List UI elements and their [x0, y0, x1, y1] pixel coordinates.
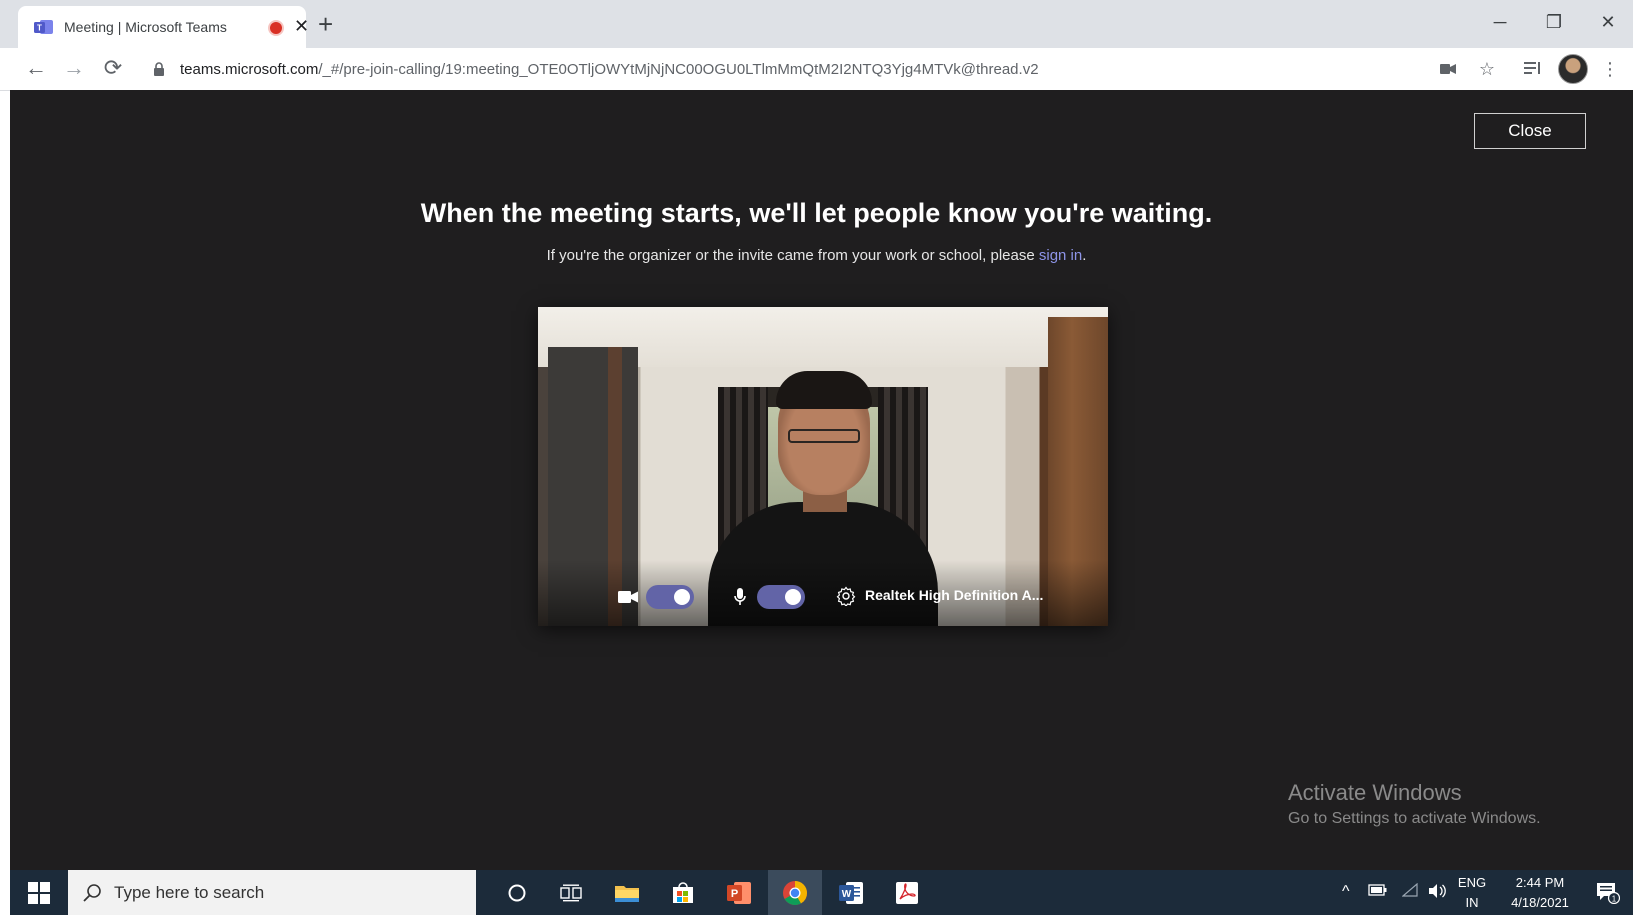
browser-tab-teams[interactable]: T Meeting | Microsoft Teams ✕ [18, 6, 309, 48]
forward-button[interactable]: → [61, 56, 87, 80]
recording-indicator-icon [270, 22, 282, 34]
search-placeholder: Type here to search [114, 882, 265, 902]
signin-prompt-text: If you're the organizer or the invite ca… [546, 247, 1039, 264]
chrome-icon [783, 880, 807, 905]
camera-in-use-icon[interactable] [1435, 58, 1461, 80]
profile-avatar[interactable] [1558, 54, 1588, 84]
svg-text:W: W [842, 889, 852, 900]
reload-button[interactable]: ⟳ [100, 56, 126, 80]
activate-windows-title: Activate Windows [1288, 780, 1462, 805]
task-view-button[interactable] [544, 870, 598, 915]
url-host: teams.microsoft.com [180, 60, 319, 78]
action-center-icon[interactable]: 1 [1596, 882, 1621, 909]
cortana-button[interactable] [490, 870, 544, 915]
signin-prompt: If you're the organizer or the invite ca… [0, 247, 1633, 264]
powerpoint-button[interactable]: P [712, 870, 766, 915]
wifi-icon[interactable] [1401, 882, 1418, 902]
acrobat-icon [896, 881, 918, 904]
word-icon: W [839, 881, 863, 904]
back-button[interactable]: ← [23, 56, 49, 80]
svg-text:P: P [731, 888, 738, 900]
gear-icon[interactable] [836, 586, 856, 606]
battery-icon[interactable] [1368, 883, 1388, 902]
cortana-icon [508, 884, 526, 901]
svg-text:T: T [37, 24, 42, 33]
address-bar[interactable]: teams.microsoft.com/_#/pre-join-calling/… [146, 53, 1446, 85]
windows-taskbar: Type here to search P W ^ ENG IN 2:44 PM… [10, 870, 1633, 915]
video-preview: Realtek High Definition A... [538, 307, 1108, 626]
powerpoint-icon: P [727, 881, 751, 904]
url-text: teams.microsoft.com/_#/pre-join-calling/… [180, 61, 1039, 78]
start-tile [28, 882, 38, 892]
microphone-toggle[interactable] [757, 585, 805, 609]
signin-prompt-period: . [1082, 247, 1087, 264]
language-indicator-top[interactable]: ENG [1454, 874, 1490, 892]
chrome-button[interactable] [768, 870, 822, 915]
page-title: When the meeting starts, we'll let peopl… [420, 198, 1213, 228]
start-tile [40, 882, 50, 892]
start-tile [40, 894, 50, 904]
sign-in-link[interactable]: sign in [1039, 247, 1082, 264]
camera-toggle-knob [674, 589, 690, 605]
windows-start-button[interactable] [28, 882, 50, 904]
camera-icon [618, 587, 638, 607]
microphone-toggle-knob [785, 589, 801, 605]
volume-icon[interactable] [1428, 883, 1446, 904]
restore-button[interactable]: ❐ [1531, 10, 1577, 34]
audio-device-label[interactable]: Realtek High Definition A... [865, 587, 1043, 603]
word-button[interactable]: W [824, 870, 878, 915]
language-indicator-bottom[interactable]: IN [1454, 894, 1490, 912]
url-path: /_#/pre-join-calling/19:meeting_OTE0OTlj… [318, 60, 1039, 78]
show-hidden-icons-chevron-up-icon[interactable]: ^ [1342, 883, 1350, 901]
person-glasses [788, 429, 860, 443]
person-hair [776, 371, 872, 409]
notification-count: 1 [1612, 895, 1617, 904]
clock-time[interactable]: 2:44 PM [1500, 874, 1580, 892]
camera-toggle[interactable] [646, 585, 694, 609]
teams-icon: T [34, 17, 54, 37]
browser-tab-bar: T Meeting | Microsoft Teams ✕ + ─ ❐ ✕ [0, 0, 1633, 48]
minimize-button[interactable]: ─ [1477, 10, 1523, 34]
lock-icon [152, 61, 166, 77]
new-tab-button[interactable]: + [318, 10, 333, 38]
acrobat-button[interactable] [880, 870, 934, 915]
menu-kebab-icon[interactable]: ⋮ [1597, 58, 1623, 80]
taskbar-search-box[interactable]: Type here to search [68, 870, 476, 915]
task-view-icon [560, 884, 582, 901]
browser-toolbar: ← → ⟳ teams.microsoft.com/_#/pre-join-ca… [0, 48, 1633, 91]
search-icon [82, 883, 102, 903]
clock-date[interactable]: 4/18/2021 [1500, 894, 1580, 912]
close-button[interactable]: Close [1474, 113, 1586, 149]
bookmark-star-icon[interactable]: ☆ [1474, 58, 1500, 80]
window-close-button[interactable]: ✕ [1585, 10, 1631, 34]
reading-list-icon[interactable] [1520, 58, 1546, 80]
folder-icon [615, 885, 639, 902]
activate-windows-subtitle: Go to Settings to activate Windows. [1288, 810, 1541, 827]
microsoft-store-button[interactable] [656, 870, 710, 915]
start-tile [28, 894, 38, 904]
store-icon [673, 881, 693, 903]
file-explorer-button[interactable] [600, 870, 654, 915]
microphone-icon [730, 587, 750, 607]
tab-title: Meeting | Microsoft Teams [64, 19, 227, 35]
tab-close-button[interactable]: ✕ [294, 16, 309, 36]
